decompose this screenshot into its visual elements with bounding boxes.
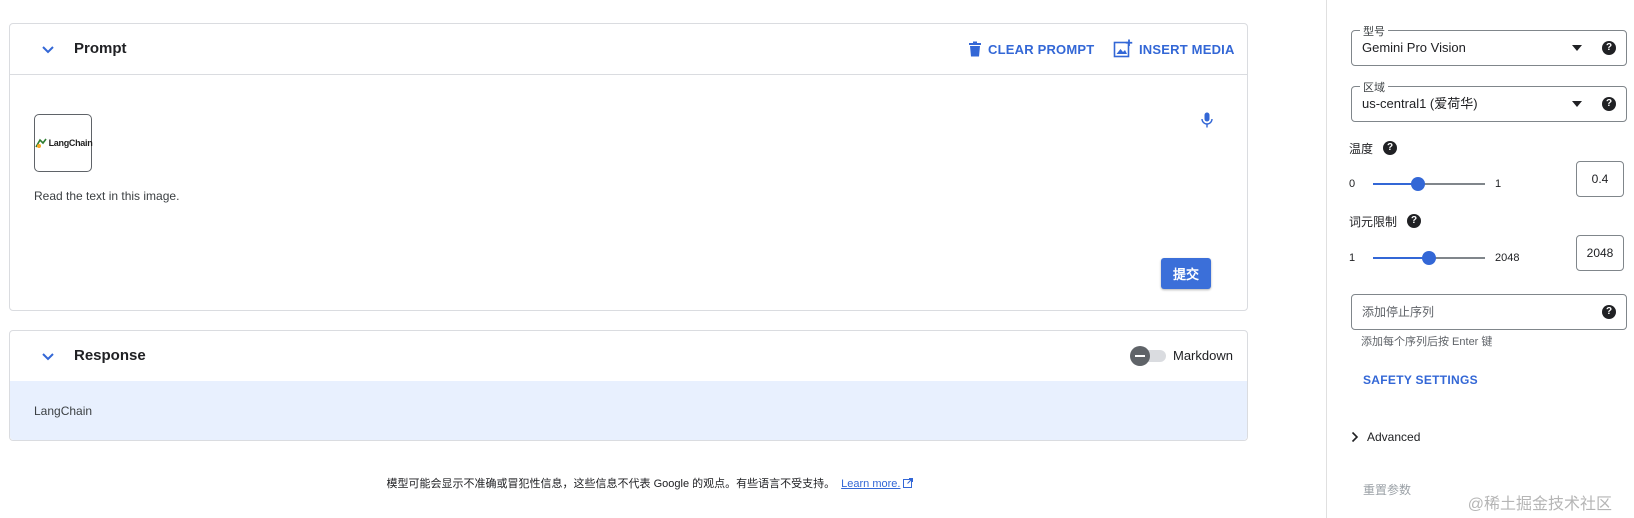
- help-icon[interactable]: ?: [1602, 41, 1616, 55]
- langchain-logo: LangChain: [34, 137, 93, 149]
- toggle-knob: [1130, 346, 1150, 366]
- submit-button[interactable]: 提交: [1161, 258, 1211, 289]
- microphone-icon[interactable]: [1201, 112, 1213, 128]
- trash-icon: [968, 41, 982, 57]
- temperature-slider[interactable]: [1373, 177, 1485, 191]
- prompt-text[interactable]: Read the text in this image.: [34, 189, 179, 203]
- chevron-right-icon: [1351, 431, 1359, 443]
- slider-fill: [1373, 257, 1429, 259]
- insert-media-label: INSERT MEDIA: [1139, 41, 1235, 57]
- response-body: LangChain: [10, 381, 1247, 440]
- external-link-icon: [903, 478, 914, 488]
- add-image-icon: [1113, 39, 1133, 59]
- advanced-label: Advanced: [1367, 430, 1421, 444]
- region-value: us-central1 (爱荷华): [1362, 96, 1478, 111]
- disclaimer: 模型可能会显示不准确或冒犯性信息，这些信息不代表 Google 的观点。有些语言…: [0, 475, 1300, 491]
- parrot-icon: [34, 138, 47, 148]
- help-icon[interactable]: ?: [1407, 214, 1421, 228]
- response-panel-header: Response Markdown: [10, 331, 1247, 382]
- stop-sequence-hint: 添加每个序列后按 Enter 键: [1361, 336, 1493, 348]
- stop-sequence-placeholder: 添加停止序列: [1362, 305, 1435, 319]
- prompt-panel-header: Prompt CLEAR PROMPT INSERT MEDIA: [10, 24, 1247, 75]
- token-limit-min: 1: [1349, 252, 1356, 264]
- help-icon[interactable]: ?: [1383, 141, 1397, 155]
- markdown-toggle[interactable]: [1130, 346, 1168, 366]
- reset-parameters-button[interactable]: 重置参数: [1363, 481, 1411, 498]
- slider-thumb[interactable]: [1410, 177, 1425, 191]
- chevron-down-icon[interactable]: [40, 41, 56, 57]
- prompt-title: Prompt: [74, 40, 127, 57]
- token-limit-max: 2048: [1495, 252, 1520, 264]
- help-icon[interactable]: ?: [1602, 305, 1616, 319]
- markdown-label: Markdown: [1173, 348, 1233, 363]
- learn-more-link[interactable]: Learn more.: [841, 478, 914, 490]
- model-value: Gemini Pro Vision: [1362, 40, 1466, 55]
- dropdown-arrow-icon: [1572, 101, 1582, 107]
- dropdown-arrow-icon: [1572, 45, 1582, 51]
- response-text: LangChain: [34, 404, 93, 418]
- token-limit-slider[interactable]: [1373, 251, 1485, 265]
- watermark: @稀土掘金技术社区: [1467, 496, 1612, 513]
- insert-media-button[interactable]: INSERT MEDIA: [1113, 38, 1235, 60]
- region-select[interactable]: 区域 us-central1 (爱荷华) ?: [1351, 79, 1627, 122]
- response-panel: Response Markdown LangChain: [9, 330, 1248, 441]
- prompt-panel: Prompt CLEAR PROMPT INSERT MEDIA LangCha…: [9, 23, 1248, 311]
- disclaimer-text: 模型可能会显示不准确或冒犯性信息，这些信息不代表 Google 的观点。有些语言…: [386, 478, 836, 490]
- settings-panel: 型号 Gemini Pro Vision ? 区域 us-central1 (爱…: [1326, 0, 1634, 518]
- temperature-label: 温度: [1349, 142, 1374, 156]
- slider-thumb[interactable]: [1422, 251, 1436, 265]
- temperature-max: 1: [1495, 178, 1502, 190]
- temperature-min: 0: [1349, 178, 1356, 190]
- safety-settings-button[interactable]: SAFETY SETTINGS: [1363, 373, 1478, 387]
- help-icon[interactable]: ?: [1602, 97, 1616, 111]
- response-title: Response: [74, 347, 146, 364]
- stop-sequence-input[interactable]: 添加停止序列 ?: [1351, 294, 1627, 330]
- temperature-input[interactable]: 0.4: [1576, 161, 1624, 197]
- clear-prompt-button[interactable]: CLEAR PROMPT: [968, 38, 1094, 60]
- token-limit-input[interactable]: 2048: [1576, 235, 1624, 271]
- model-select[interactable]: 型号 Gemini Pro Vision ?: [1351, 23, 1627, 66]
- chevron-down-icon[interactable]: [40, 348, 56, 364]
- advanced-toggle[interactable]: Advanced: [1351, 430, 1420, 444]
- uploaded-image-thumbnail[interactable]: LangChain: [34, 114, 93, 172]
- clear-prompt-label: CLEAR PROMPT: [988, 41, 1095, 57]
- token-limit-label: 词元限制: [1349, 215, 1398, 229]
